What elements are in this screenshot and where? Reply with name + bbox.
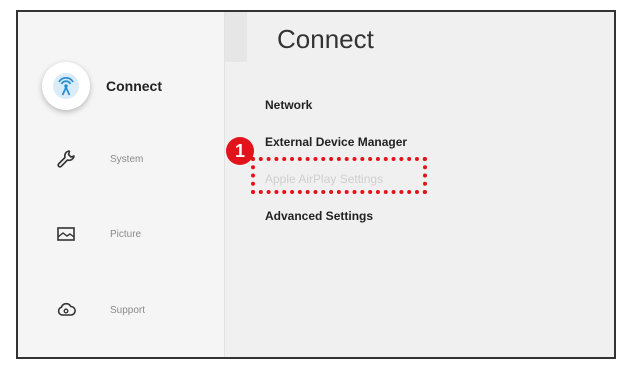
panel-shadow — [225, 12, 247, 62]
sidebar: Connect System Picture Support — [18, 12, 224, 357]
menu-item-network[interactable]: Network — [265, 96, 407, 133]
sidebar-item-label: Connect — [106, 78, 162, 94]
sidebar-item-label: Support — [110, 304, 146, 316]
picture-icon — [44, 212, 88, 256]
sidebar-item-label: System — [110, 153, 144, 165]
cloud-support-icon — [44, 288, 88, 332]
wrench-icon — [44, 137, 88, 181]
step-badge: 1 — [226, 137, 254, 165]
page-title: Connect — [277, 24, 374, 54]
sidebar-item-support[interactable]: Support — [18, 288, 145, 332]
menu-item-advanced-settings[interactable]: Advanced Settings — [265, 207, 407, 244]
sidebar-item-label: Picture — [110, 228, 142, 240]
connect-icon — [42, 62, 90, 110]
highlight-box — [251, 157, 427, 194]
sidebar-item-picture[interactable]: Picture — [18, 212, 141, 256]
sidebar-item-connect[interactable]: Connect — [18, 62, 162, 110]
sidebar-item-system[interactable]: System — [18, 137, 143, 181]
